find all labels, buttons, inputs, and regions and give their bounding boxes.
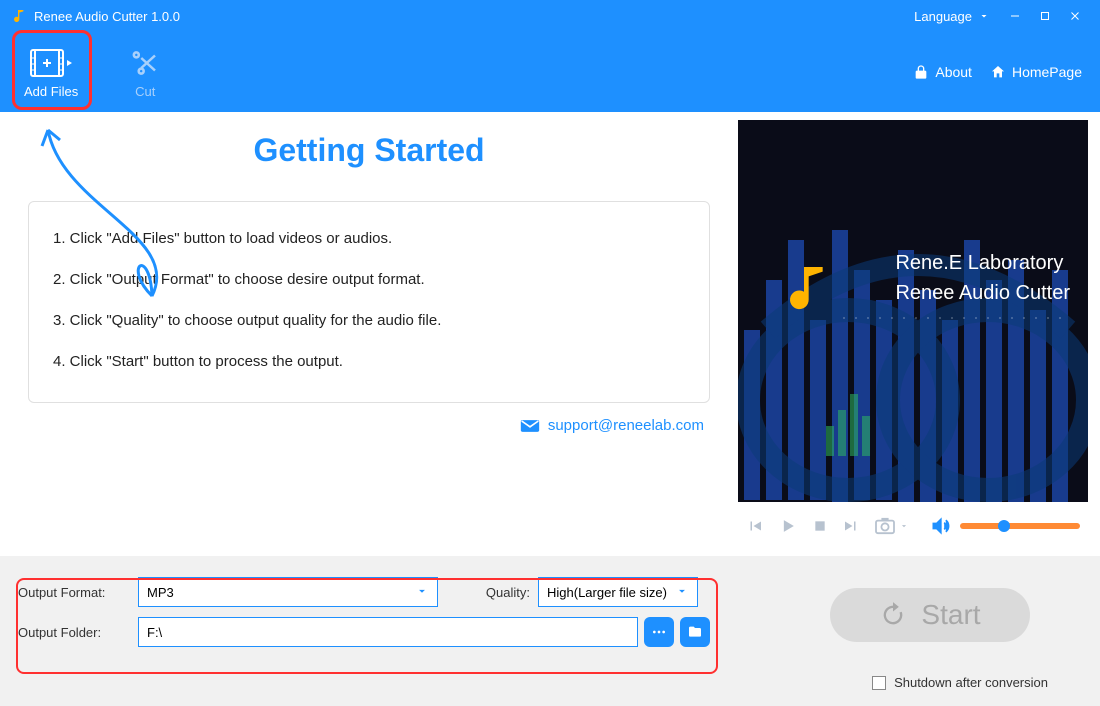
getting-started-heading: Getting Started	[18, 132, 720, 169]
preview-canvas: Rene.E Laboratory Renee Audio Cutter	[738, 120, 1088, 502]
quality-select[interactable]: High(Larger file size)	[538, 577, 698, 607]
chevron-down-icon	[899, 521, 909, 531]
player-controls	[738, 502, 1088, 542]
home-icon	[990, 64, 1006, 80]
player-prev-button[interactable]	[746, 517, 764, 535]
start-label: Start	[921, 599, 980, 631]
close-button[interactable]	[1060, 6, 1090, 26]
music-note-icon	[776, 260, 832, 321]
guide-step: 1. Click "Add Files" button to load vide…	[53, 230, 685, 247]
about-link[interactable]: About	[913, 64, 972, 80]
brand-line2: Renee Audio Cutter	[895, 278, 1070, 308]
preview-panel: Rene.E Laboratory Renee Audio Cutter	[738, 112, 1100, 556]
bottom-panel: Output Format: MP3 Quality: High(Larger …	[0, 556, 1100, 706]
homepage-label: HomePage	[1012, 64, 1082, 80]
lock-icon	[913, 64, 929, 80]
volume-slider[interactable]	[960, 523, 1080, 529]
shutdown-label: Shutdown after conversion	[894, 675, 1048, 690]
getting-started-panel: Getting Started 1. Click "Add Files" but…	[0, 112, 738, 556]
cut-button: Cut	[124, 42, 166, 103]
about-label: About	[935, 64, 972, 80]
mail-icon	[520, 419, 540, 433]
output-folder-value: F:\	[147, 625, 162, 640]
player-snapshot-button[interactable]	[874, 517, 909, 535]
guide-steps-box: 1. Click "Add Files" button to load vide…	[28, 201, 710, 403]
shutdown-checkbox-row[interactable]: Shutdown after conversion	[872, 675, 1048, 690]
guide-step: 2. Click "Output Format" to choose desir…	[53, 271, 685, 288]
player-stop-button[interactable]	[812, 518, 828, 534]
toolbar-right: About HomePage	[913, 32, 1082, 112]
language-label: Language	[914, 9, 972, 24]
output-format-label: Output Format:	[18, 585, 138, 600]
main-area: Getting Started 1. Click "Add Files" but…	[0, 112, 1100, 556]
minimize-button[interactable]	[1000, 6, 1030, 26]
titlebar: Renee Audio Cutter 1.0.0 Language	[0, 0, 1100, 32]
maximize-button[interactable]	[1030, 6, 1060, 26]
guide-step: 4. Click "Start" button to process the o…	[53, 353, 685, 370]
brand-line1: Rene.E Laboratory	[895, 248, 1070, 278]
quality-label: Quality:	[478, 585, 538, 600]
browse-folder-button[interactable]	[680, 617, 710, 647]
cut-label: Cut	[135, 84, 155, 99]
player-play-button[interactable]	[778, 516, 798, 536]
support-email-text: support@reneelab.com	[548, 417, 704, 434]
language-menu[interactable]: Language	[914, 9, 990, 24]
add-files-icon	[29, 46, 73, 80]
volume-icon	[930, 516, 950, 536]
scissors-icon	[130, 46, 160, 80]
output-folder-input[interactable]: F:\	[138, 617, 638, 647]
homepage-link[interactable]: HomePage	[990, 64, 1082, 80]
app-logo-icon	[10, 8, 26, 24]
window-title: Renee Audio Cutter 1.0.0	[34, 9, 180, 24]
support-email-link[interactable]: support@reneelab.com	[520, 417, 704, 434]
quality-value: High(Larger file size)	[547, 585, 667, 600]
guide-step: 3. Click "Quality" to choose output qual…	[53, 312, 685, 329]
output-format-select[interactable]: MP3	[138, 577, 438, 607]
toolbar: Add Files Cut About HomePage	[0, 32, 1100, 112]
start-button[interactable]: Start	[830, 588, 1030, 642]
player-next-button[interactable]	[842, 517, 860, 535]
shutdown-checkbox[interactable]	[872, 676, 886, 690]
chevron-down-icon	[978, 10, 990, 22]
add-files-label: Add Files	[24, 84, 78, 99]
refresh-icon	[879, 601, 907, 629]
volume-control[interactable]	[930, 516, 1080, 536]
preview-brand-text: Rene.E Laboratory Renee Audio Cutter	[895, 248, 1070, 308]
output-folder-label: Output Folder:	[18, 625, 138, 640]
more-options-button[interactable]	[644, 617, 674, 647]
chevron-down-icon	[675, 584, 689, 601]
sparkle-decoration	[838, 314, 1070, 322]
add-files-button[interactable]: Add Files	[18, 42, 84, 103]
output-format-value: MP3	[147, 585, 174, 600]
chevron-down-icon	[415, 584, 429, 601]
